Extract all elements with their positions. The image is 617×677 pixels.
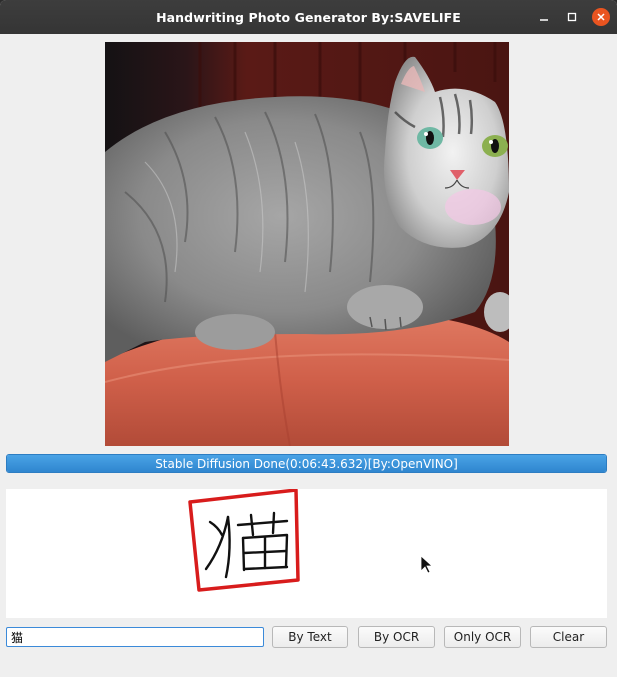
by-ocr-button[interactable]: By OCR <box>358 626 435 648</box>
app-window: Handwriting Photo Generator By:SAVELIFE <box>0 0 617 677</box>
by-text-button[interactable]: By Text <box>272 626 348 648</box>
text-input[interactable] <box>6 627 264 647</box>
only-ocr-button[interactable]: Only OCR <box>444 626 521 648</box>
status-progress-bar: Stable Diffusion Done(0:06:43.632)[By:Op… <box>6 454 607 473</box>
clear-button[interactable]: Clear <box>530 626 607 648</box>
close-button[interactable] <box>592 8 610 26</box>
minimize-button[interactable] <box>535 8 553 26</box>
maximize-button[interactable] <box>563 8 581 26</box>
close-icon <box>597 13 605 21</box>
mouse-pointer-icon <box>420 555 434 574</box>
handwriting-canvas[interactable] <box>6 488 607 618</box>
cat-photo <box>105 42 509 446</box>
maximize-icon <box>567 12 577 22</box>
status-text: Stable Diffusion Done(0:06:43.632)[By:Op… <box>155 456 458 471</box>
handwriting-drawing <box>188 488 434 592</box>
title-bar[interactable]: Handwriting Photo Generator By:SAVELIFE <box>0 0 617 34</box>
generated-image <box>105 42 509 446</box>
minimize-icon <box>540 19 548 21</box>
window-title: Handwriting Photo Generator By:SAVELIFE <box>156 9 461 25</box>
